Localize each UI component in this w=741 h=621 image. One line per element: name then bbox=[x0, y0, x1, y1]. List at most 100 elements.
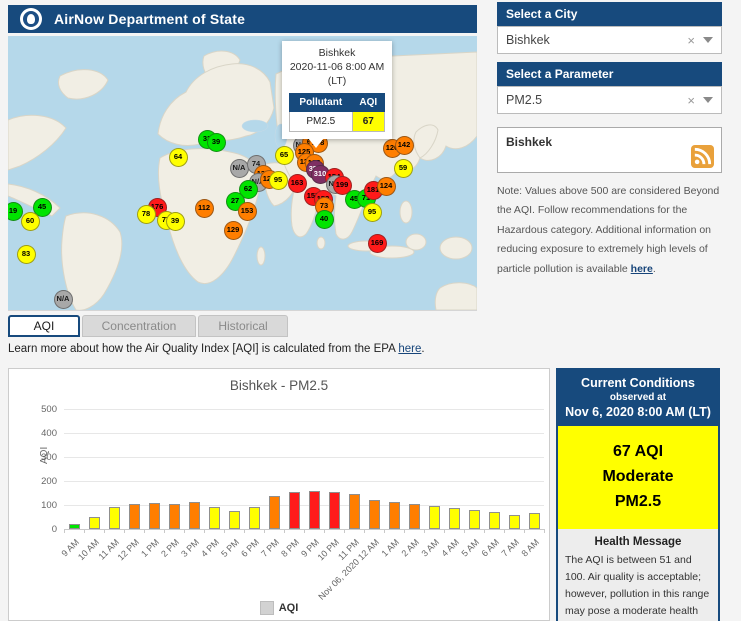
aqi-bar[interactable] bbox=[408, 504, 420, 529]
rss-feed-icon[interactable] bbox=[691, 145, 714, 168]
chart-x-tick bbox=[64, 529, 65, 533]
app-title: AirNow Department of State bbox=[54, 11, 246, 27]
aqi-map-marker[interactable]: 95 bbox=[268, 170, 288, 190]
aqi-bar[interactable] bbox=[228, 511, 240, 529]
chart-x-tick bbox=[84, 529, 85, 533]
feed-city-label: Bishkek bbox=[506, 135, 553, 149]
legend-swatch-icon bbox=[259, 601, 274, 615]
chart-y-tick-label: 200 bbox=[41, 476, 57, 487]
city-caret-icon[interactable] bbox=[703, 37, 713, 43]
aqi-bar[interactable] bbox=[128, 504, 140, 529]
chart-x-tick bbox=[184, 529, 185, 533]
chart-y-tick-label: 500 bbox=[41, 404, 57, 415]
aqi-map-marker[interactable]: 112 bbox=[194, 198, 214, 218]
chart-legend[interactable]: AQI bbox=[9, 601, 549, 615]
aqi-map-marker[interactable]: 60 bbox=[20, 211, 40, 231]
app-header: AirNow Department of State bbox=[8, 5, 477, 33]
health-message-block: Health Message The AQI is between 51 and… bbox=[558, 529, 718, 621]
aqi-map-marker[interactable]: 59 bbox=[393, 158, 413, 178]
city-select-value: Bishkek bbox=[506, 33, 550, 47]
popup-pollutant-header: Pollutant bbox=[289, 92, 353, 112]
aqi-bar[interactable] bbox=[348, 493, 360, 529]
aqi-bar[interactable] bbox=[188, 502, 200, 529]
tab-concentration[interactable]: Concentration bbox=[82, 315, 196, 337]
aqi-map-marker[interactable]: 142 bbox=[394, 135, 414, 155]
chart-x-tick bbox=[444, 529, 445, 533]
aqi-map-marker[interactable]: 124 bbox=[376, 176, 396, 196]
world-aqi-map[interactable]: 19456083N/A643339N/A74135N/A129956227153… bbox=[8, 36, 477, 311]
aqi-map-marker[interactable]: 65 bbox=[274, 145, 294, 165]
conditions-aqi-value: 67 AQI bbox=[612, 443, 664, 460]
aqi-bar[interactable] bbox=[328, 492, 340, 529]
aqi-bar[interactable] bbox=[488, 512, 500, 529]
aqi-bar[interactable] bbox=[528, 512, 540, 529]
aqi-bar[interactable] bbox=[268, 496, 280, 529]
epa-here-link[interactable]: here bbox=[398, 343, 421, 355]
aqi-map-marker[interactable]: 83 bbox=[16, 244, 36, 264]
aqi-bar[interactable] bbox=[288, 492, 300, 529]
aqi-bar[interactable] bbox=[108, 506, 120, 529]
aqi-bar[interactable] bbox=[308, 491, 320, 529]
chart-x-tick bbox=[284, 529, 285, 533]
aqi-map-marker[interactable]: 129 bbox=[223, 220, 243, 240]
aqi-map-marker[interactable]: 40 bbox=[314, 209, 334, 229]
popup-aqi-table: Pollutant AQI PM2.5 67 bbox=[289, 92, 386, 132]
aqi-map-marker[interactable]: 64 bbox=[168, 147, 188, 167]
aqi-map-marker[interactable]: 169 bbox=[367, 233, 387, 253]
city-select[interactable]: Bishkek × bbox=[497, 26, 722, 54]
chart-x-tick bbox=[364, 529, 365, 533]
aqi-bar[interactable] bbox=[508, 515, 520, 529]
city-clear-icon[interactable]: × bbox=[687, 33, 695, 48]
aqi-map-marker[interactable]: 163 bbox=[287, 173, 307, 193]
aqi-bar[interactable] bbox=[428, 505, 440, 529]
chart-gridline bbox=[64, 409, 544, 410]
aqi-map-marker[interactable]: 19 bbox=[8, 201, 23, 221]
note-text: Note: Values above 500 are considered Be… bbox=[497, 185, 720, 275]
chart-x-tick bbox=[104, 529, 105, 533]
airnow-page: AirNow Department of State 19 45 60 83 N… bbox=[0, 0, 741, 621]
aqi-bar[interactable] bbox=[208, 506, 220, 529]
conditions-aqi-block: 67 AQI Moderate PM2.5 bbox=[558, 426, 718, 530]
aqi-bar[interactable] bbox=[88, 516, 100, 529]
aqi-map-marker[interactable]: 39 bbox=[165, 211, 185, 231]
aqi-map-marker[interactable]: 95 bbox=[362, 202, 382, 222]
parameter-select[interactable]: PM2.5 × bbox=[497, 86, 722, 114]
conditions-header: Current Conditions observed at Nov 6, 20… bbox=[558, 370, 718, 426]
chart-x-tick bbox=[124, 529, 125, 533]
chart-y-tick-label: 0 bbox=[51, 524, 57, 535]
popup-pollutant-value: PM2.5 bbox=[289, 110, 353, 132]
chart-x-tick bbox=[464, 529, 465, 533]
chart-y-tick-label: 300 bbox=[41, 452, 57, 463]
aqi-map-marker[interactable]: 78 bbox=[136, 204, 156, 224]
aqi-bar[interactable] bbox=[388, 502, 400, 529]
chart-x-tick bbox=[424, 529, 425, 533]
aqi-bar[interactable] bbox=[448, 508, 460, 529]
aqi-bar[interactable] bbox=[468, 510, 480, 529]
health-message-text: The AQI is between 51 and 100. Air quali… bbox=[565, 554, 710, 618]
chart-gridline bbox=[64, 457, 544, 458]
aqi-bar[interactable] bbox=[148, 503, 160, 529]
parameter-caret-icon[interactable] bbox=[703, 97, 713, 103]
aqi-bar[interactable] bbox=[68, 524, 80, 529]
chart-x-tick bbox=[244, 529, 245, 533]
popup-aqi-value: 67 bbox=[351, 110, 386, 132]
tab-historical[interactable]: Historical bbox=[198, 315, 288, 337]
popup-aqi-header: AQI bbox=[351, 92, 386, 112]
city-feed-box: Bishkek bbox=[497, 127, 722, 173]
chart-x-tick bbox=[384, 529, 385, 533]
aqi-map-marker[interactable]: 39 bbox=[206, 132, 226, 152]
current-conditions-panel: Current Conditions observed at Nov 6, 20… bbox=[556, 368, 720, 621]
aqi-bar[interactable] bbox=[368, 499, 380, 529]
aqi-bar-chart: Bishkek - PM2.5 AQI 0 100 200 300 400 500 9 AM… bbox=[8, 368, 550, 621]
parameter-clear-icon[interactable]: × bbox=[687, 93, 695, 108]
conditions-datetime: Nov 6, 2020 8:00 AM (LT) bbox=[565, 405, 711, 419]
aqi-map-marker[interactable]: N/A bbox=[229, 158, 249, 178]
chart-x-tick bbox=[524, 529, 525, 533]
aqi-map-marker[interactable]: N/A bbox=[53, 289, 73, 309]
aqi-map-marker[interactable]: 153 bbox=[237, 201, 257, 221]
conditions-category: Moderate bbox=[602, 467, 674, 485]
aqi-bar[interactable] bbox=[168, 504, 180, 529]
tab-aqi[interactable]: AQI bbox=[8, 315, 80, 337]
note-here-link[interactable]: here bbox=[631, 263, 653, 275]
aqi-bar[interactable] bbox=[248, 506, 260, 529]
